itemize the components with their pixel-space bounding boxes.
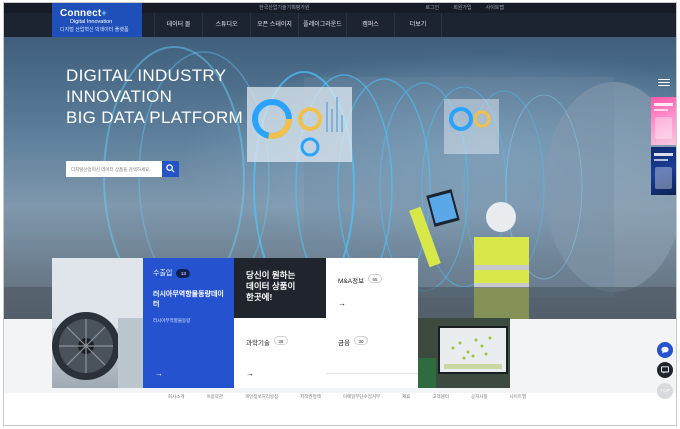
hero-title: DIGITAL INDUSTRY INNOVATION BIG DATA PLA… xyxy=(66,65,243,128)
nav-item-campus[interactable]: 캠퍼스 xyxy=(346,13,394,37)
science-label: 과학기술 xyxy=(246,340,270,347)
utility-center-text: 한국산업기술기획평가원 xyxy=(259,5,310,11)
logo-line1: Digital Innovation xyxy=(70,19,113,25)
login-link[interactable]: 로그인 xyxy=(425,4,439,11)
jet-engine-illustration xyxy=(52,258,143,388)
finance-count-badge: 30 xyxy=(353,336,368,346)
arrow-right-icon: → xyxy=(155,369,163,378)
browser-frame: 한국산업기술기획평가원 로그인 회원가입 사이트맵 Connect+ Digit… xyxy=(3,2,677,426)
signup-link[interactable]: 회원가입 xyxy=(453,4,471,11)
science-count-badge: 38 xyxy=(273,336,288,346)
category-card-ma[interactable]: M&A정보 65 → xyxy=(326,258,418,318)
site-logo[interactable]: Connect+ Digital Innovation 디지털 산업혁신 빅데이… xyxy=(52,3,142,37)
promo-line1: 당신이 원하는 xyxy=(246,270,296,280)
nav-item-data-mall[interactable]: 데이터 몰 xyxy=(154,13,202,37)
logo-brand: Connect xyxy=(60,8,102,19)
message-icon xyxy=(661,366,669,374)
chat-bubble-icon xyxy=(661,346,669,354)
nav-item-playground[interactable]: 플레이그라운드 xyxy=(298,13,346,37)
main-navbar: Connect+ Digital Innovation 디지털 산업혁신 빅데이… xyxy=(4,3,676,37)
nav-item-studio[interactable]: 스튜디오 xyxy=(202,13,250,37)
search-button[interactable] xyxy=(162,161,179,177)
category-card-export[interactable]: 수출입 13 러시아무역항물동량데이터 러시아무역항물동량 → xyxy=(143,258,234,388)
nav-menu: 데이터 몰 스튜디오 오픈 스테이지 플레이그라운드 캠퍼스 더보기 xyxy=(154,13,442,37)
export-dataset-name: 러시아무역항물동량데이터 xyxy=(153,291,224,308)
export-count-badge: 13 xyxy=(176,268,191,278)
analytics-screen-illustration xyxy=(418,318,510,388)
footer-link-email-policy[interactable]: 이메일무단수집거부 xyxy=(343,394,380,406)
hero-title-line2: INNOVATION xyxy=(66,87,173,106)
scroll-top-button[interactable]: TOP xyxy=(657,383,673,399)
jet-engine-image xyxy=(52,258,143,388)
footer-link-copyright[interactable]: 저작권정책 xyxy=(300,394,321,406)
utility-links: 로그인 회원가입 사이트맵 xyxy=(425,4,504,11)
footer-link-support[interactable]: 고객센터 xyxy=(432,394,449,406)
chat-button[interactable] xyxy=(657,342,673,358)
footer-link-terms[interactable]: 이용약관 xyxy=(206,394,223,406)
promo-line3: 한곳에! xyxy=(246,292,273,302)
finance-label: 금융 xyxy=(338,340,350,347)
ma-label: M&A정보 xyxy=(338,278,365,285)
category-card-science[interactable]: 과학기술 38 → xyxy=(234,318,326,388)
footer-link-privacy[interactable]: 개인정보처리방침 xyxy=(245,394,278,406)
search-icon xyxy=(166,164,175,173)
hero-search xyxy=(66,161,179,177)
side-banner-1[interactable] xyxy=(651,97,676,145)
nav-item-open-stage[interactable]: 오픈 스테이지 xyxy=(250,13,298,37)
ma-count-badge: 65 xyxy=(368,274,383,284)
side-banner-2[interactable] xyxy=(651,147,676,195)
promo-card: 당신이 원하는 데이터 상품이 한곳에! xyxy=(234,258,326,318)
hero-title-line1: DIGITAL INDUSTRY xyxy=(66,66,227,85)
sitemap-link[interactable]: 사이트맵 xyxy=(486,4,504,11)
hero-title-line3: BIG DATA PLATFORM xyxy=(66,108,244,127)
export-label: 수출입 xyxy=(153,270,173,277)
arrow-right-icon: → xyxy=(246,369,254,378)
promo-line2: 데이터 상품이 xyxy=(246,281,296,291)
category-card-placeholder xyxy=(326,373,418,388)
logo-line2: 디지털 산업혁신 빅데이터 플랫폼 xyxy=(60,27,129,33)
export-dataset-sub: 러시아무역항물동량 xyxy=(153,318,191,323)
footer-links: 회사소개 이용약관 개인정보처리방침 저작권정책 이메일무단수집거부 제휴 고객… xyxy=(4,394,676,406)
footer-link-about[interactable]: 회사소개 xyxy=(168,394,185,406)
footer-link-partnership[interactable]: 제휴 xyxy=(402,394,410,406)
hamburger-menu-icon[interactable] xyxy=(656,77,672,89)
nav-item-more[interactable]: 더보기 xyxy=(394,13,442,37)
footer-link-sitemap[interactable]: 사이트맵 xyxy=(510,394,527,406)
search-input[interactable] xyxy=(66,161,162,177)
analytics-screen-image xyxy=(418,318,510,388)
arrow-right-icon: → xyxy=(338,299,346,308)
footer-link-notice[interactable]: 공지사항 xyxy=(471,394,488,406)
message-button[interactable] xyxy=(657,362,673,378)
plus-icon: + xyxy=(101,8,107,18)
